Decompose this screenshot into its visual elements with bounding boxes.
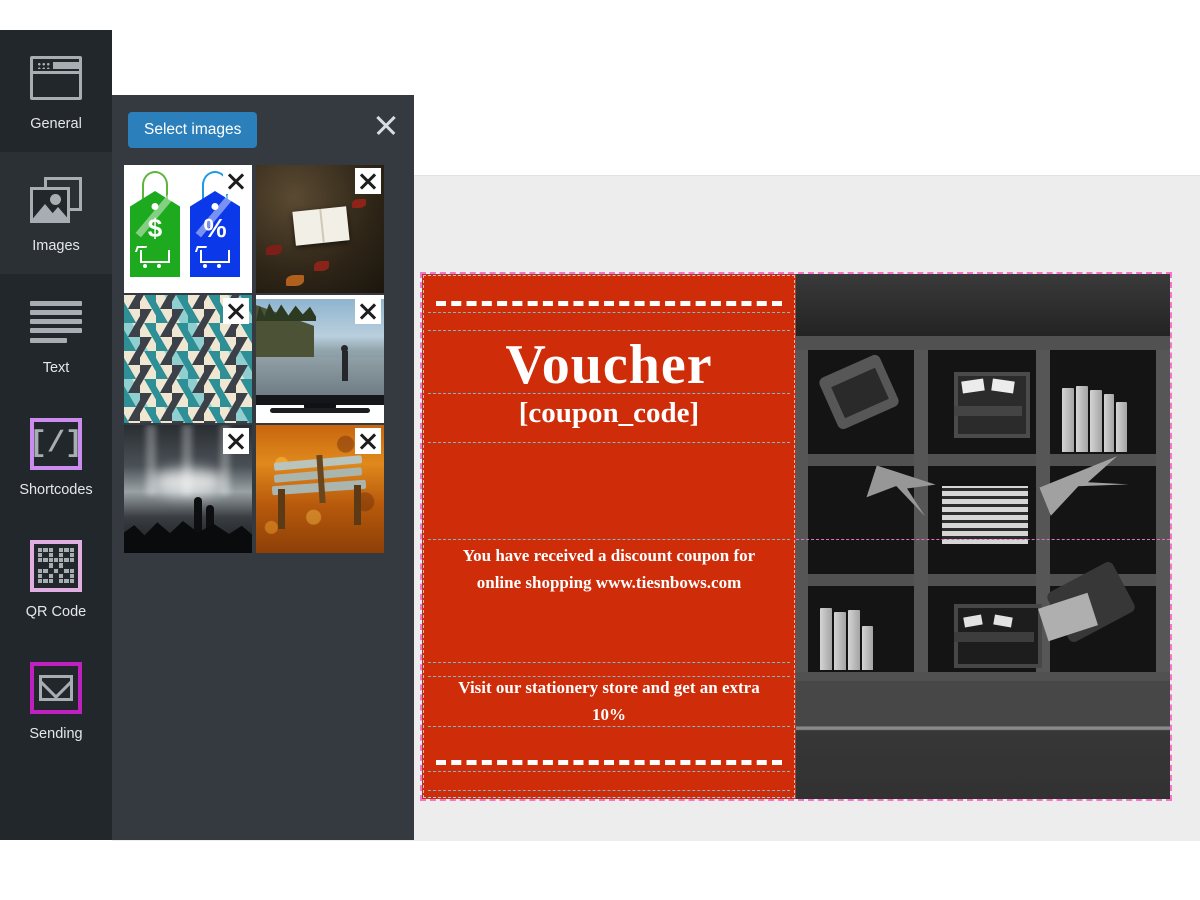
voucher-image-column[interactable]	[796, 274, 1170, 799]
voucher-text-column[interactable]: Voucher [coupon_code] You have received …	[422, 274, 796, 799]
voucher-block[interactable]: Voucher [coupon_code] You have received …	[420, 272, 1172, 801]
blue-percent-tag: %	[190, 171, 252, 277]
autumn-bench-image[interactable]	[256, 425, 384, 553]
open-book-forest-image[interactable]	[256, 165, 384, 293]
sidebar-item-shortcodes[interactable]: [/] Shortcodes	[0, 396, 112, 518]
image-picker-panel: Select images $ %	[112, 95, 414, 840]
code-brackets-icon: [/]	[29, 417, 83, 471]
thumbnail-grid: $ %	[124, 165, 388, 553]
remove-icon[interactable]	[355, 428, 381, 454]
row-divider	[428, 312, 790, 313]
remove-icon[interactable]	[223, 168, 249, 194]
voucher-offer-text: Visit our stationery store and get an ex…	[458, 678, 760, 725]
row-divider	[428, 393, 790, 394]
left-icon-rail: General Images Text [/] Shortcodes QR Co…	[0, 30, 112, 840]
images-icon	[29, 173, 83, 227]
remove-icon[interactable]	[223, 298, 249, 324]
qr-code-icon	[29, 539, 83, 593]
picker-header: Select images	[112, 95, 414, 163]
perforation-line-bottom	[436, 760, 782, 765]
concert-crowd-image[interactable]	[124, 425, 252, 553]
sidebar-item-text[interactable]: Text	[0, 274, 112, 396]
sidebar-item-qr-code[interactable]: QR Code	[0, 518, 112, 640]
sidebar-item-general[interactable]: General	[0, 30, 112, 152]
remove-icon[interactable]	[355, 298, 381, 324]
row-divider	[428, 662, 790, 663]
row-divider	[428, 539, 790, 540]
sidebar-item-label: Text	[42, 359, 70, 376]
row-divider	[428, 330, 790, 331]
sidebar-item-label: Images	[32, 237, 80, 254]
geometric-pattern-image[interactable]	[124, 295, 252, 423]
sidebar-item-label: Sending	[29, 725, 83, 742]
bookshelf-bowties-grayscale-image	[796, 274, 1170, 799]
row-divider	[428, 771, 790, 772]
sale-tags-image[interactable]: $ %	[124, 165, 252, 293]
sidebar-item-images[interactable]: Images	[0, 152, 112, 274]
voucher-body-text: You have received a discount coupon for …	[462, 546, 756, 593]
browser-window-icon	[29, 51, 83, 105]
text-lines-icon	[29, 295, 83, 349]
select-images-button[interactable]: Select images	[128, 112, 258, 148]
remove-icon[interactable]	[223, 428, 249, 454]
image-split-divider	[796, 539, 1170, 540]
sidebar-item-sending[interactable]: Sending	[0, 640, 112, 762]
app-root: Voucher [coupon_code] You have received …	[0, 0, 1200, 900]
voucher-coupon-code: [coupon_code]	[518, 397, 700, 429]
row-divider	[428, 442, 790, 443]
green-price-tag: $	[130, 171, 193, 277]
perforation-line-top	[436, 301, 782, 306]
row-divider	[428, 790, 790, 791]
envelope-icon	[29, 661, 83, 715]
sidebar-item-label: QR Code	[25, 603, 87, 620]
sidebar-item-label: Shortcodes	[19, 481, 93, 498]
close-icon[interactable]	[370, 109, 402, 141]
remove-icon[interactable]	[355, 168, 381, 194]
tv-beach-image[interactable]	[256, 295, 384, 423]
sidebar-item-label: General	[30, 115, 82, 132]
voucher-heading: Voucher	[505, 334, 713, 396]
row-divider	[428, 726, 790, 727]
